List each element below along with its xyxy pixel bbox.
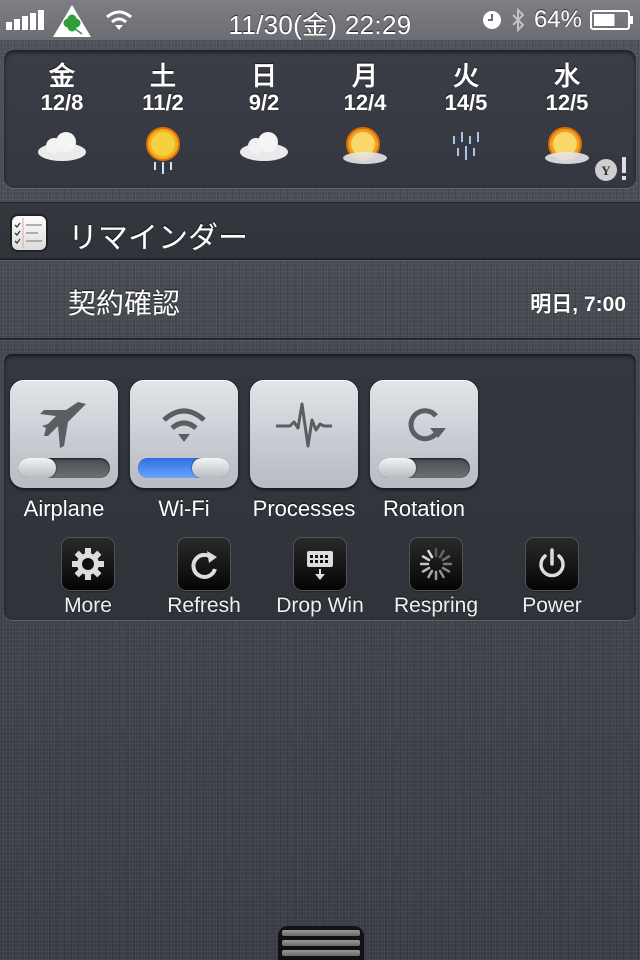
toggle-processes[interactable] — [250, 380, 358, 488]
gear-icon — [72, 548, 104, 580]
weather-sun-rain-icon — [146, 127, 180, 174]
weather-day-temps: 14/5 — [444, 90, 488, 115]
weather-day-temps: 12/5 — [545, 90, 589, 115]
weather-sun-cloud-icon — [545, 127, 589, 164]
power-button[interactable] — [526, 538, 578, 590]
rotation-icon — [408, 408, 446, 442]
toggle-wi-fi[interactable] — [130, 380, 238, 488]
weather-day-name: 火 — [452, 61, 479, 91]
weather-cloudy-icon — [38, 132, 86, 161]
weather-day-name: 金 — [48, 61, 75, 91]
weather-day-name: 月 — [351, 61, 378, 91]
toggle-switch[interactable] — [18, 458, 110, 478]
refresh-icon — [191, 551, 217, 579]
reminders-header[interactable]: リマインダー — [0, 202, 640, 260]
power-icon — [539, 548, 565, 578]
reminder-item-title: 契約確認 — [68, 288, 181, 319]
weather-rain-icon — [453, 132, 479, 160]
drop-win-button[interactable] — [294, 538, 346, 590]
status-bar: 11/30(金) 22:29 64% — [0, 0, 640, 40]
clock-icon — [482, 11, 501, 29]
toggle-airplane[interactable] — [10, 380, 118, 488]
toggle-switch[interactable] — [138, 458, 230, 478]
weather-day-temps: 11/2 — [142, 90, 184, 115]
action-label: Respring — [393, 594, 479, 617]
weather-sun-cloud-icon — [343, 127, 387, 164]
action-more[interactable]: More — [28, 538, 148, 618]
action-power[interactable]: Power — [492, 538, 612, 618]
toggle-label: Wi-Fi — [158, 496, 210, 521]
reminder-item[interactable]: 契約確認 明日, 7:00 — [0, 262, 640, 340]
yahoo-logo-icon: Y — [592, 154, 632, 182]
toggle-label: Rotation — [383, 496, 465, 521]
weather-cloudy-icon — [240, 132, 288, 161]
action-drop-win[interactable]: Drop Win — [260, 538, 380, 618]
action-label: Power — [522, 594, 582, 617]
weather-day-temps: 12/8 — [40, 90, 84, 115]
weather-day-name: 土 — [149, 61, 176, 91]
toggle-label: Processes — [252, 496, 356, 521]
pulse-icon — [276, 402, 332, 448]
respring-button[interactable] — [410, 538, 462, 590]
battery-icon — [590, 10, 633, 30]
weather-day-name: 日 — [250, 61, 277, 91]
weather-day-temps: 9/2 — [248, 90, 280, 115]
more-button[interactable] — [62, 538, 114, 590]
weather-day-name: 水 — [553, 61, 580, 91]
weather-day-temps: 12/4 — [343, 90, 387, 115]
action-label: Refresh — [167, 594, 241, 617]
toggle-switch[interactable] — [378, 458, 470, 478]
action-respring[interactable]: Respring — [376, 538, 496, 618]
toggle-label: Airplane — [23, 496, 105, 521]
action-label: Drop Win — [276, 594, 364, 617]
bluetooth-icon — [512, 8, 525, 32]
wifi-icon — [162, 408, 206, 442]
toggle-rotation[interactable] — [370, 380, 478, 488]
spinner-icon — [419, 547, 453, 581]
refresh-button[interactable] — [178, 538, 230, 590]
action-refresh[interactable]: Refresh — [144, 538, 264, 618]
battery-percent: 64% — [533, 6, 582, 33]
drop-window-icon — [307, 551, 333, 580]
action-label: More — [64, 594, 112, 617]
weather-widget[interactable]: 金 12/8 土 11/2 日 9/2 月 12/4 火 14/5 水 12/5 Y — [4, 50, 636, 188]
reminder-item-due: 明日, 7:00 — [530, 293, 626, 316]
notification-center-grabber[interactable] — [278, 926, 364, 960]
svg-text:Y: Y — [601, 163, 611, 178]
reminders-app-icon — [10, 214, 48, 252]
sbsettings-panel: Airplane Wi-Fi Processes Rotation More Refres… — [4, 354, 636, 620]
airplane-icon — [40, 402, 86, 448]
reminders-title: リマインダー — [68, 222, 248, 255]
